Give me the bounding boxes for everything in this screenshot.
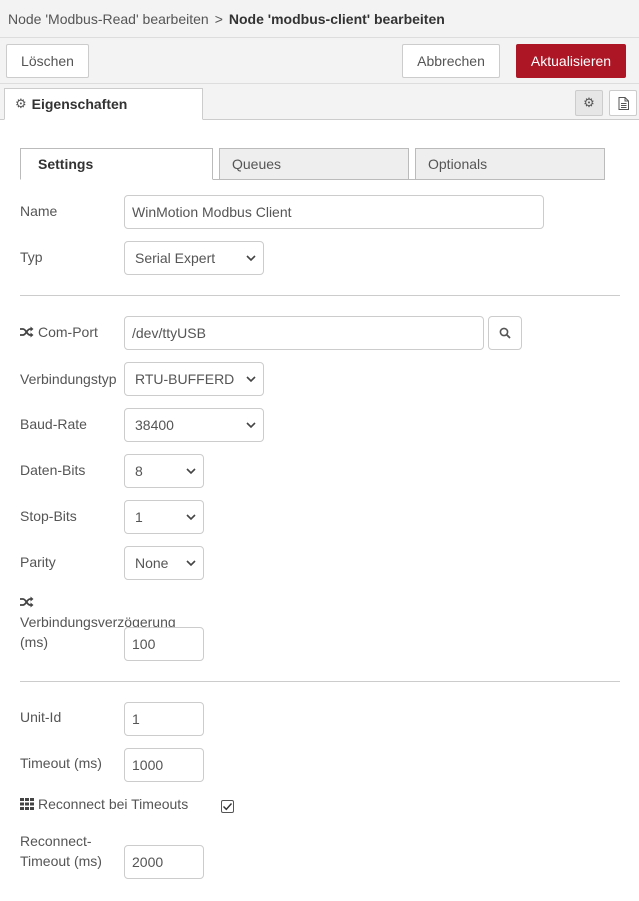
properties-settings-button[interactable]: ⚙	[575, 90, 603, 116]
gear-icon: ⚙	[583, 95, 595, 110]
comport-label: Com-Port	[38, 324, 98, 340]
databits-select-value: 8	[135, 463, 143, 479]
conntype-label: Verbindungstyp	[20, 371, 117, 387]
stopbits-label: Stop-Bits	[20, 508, 77, 524]
document-icon	[618, 96, 629, 110]
timeout-label: Timeout (ms)	[20, 755, 102, 771]
tab-properties-label: Eigenschaften	[31, 96, 128, 112]
grid-icon	[20, 798, 34, 810]
chevron-down-icon	[186, 468, 196, 475]
conntype-select[interactable]: RTU-BUFFERD	[124, 362, 264, 396]
name-field[interactable]: WinMotion Modbus Client	[124, 195, 544, 229]
shuffle-icon	[20, 596, 34, 608]
action-bar: Löschen Abbrechen Aktualisieren	[0, 38, 639, 84]
tab-optionals[interactable]: Optionals	[415, 148, 605, 180]
chevron-down-icon	[246, 376, 256, 383]
tab-settings[interactable]: Settings	[20, 148, 213, 180]
breadcrumb-current: Node 'modbus-client' bearbeiten	[228, 10, 445, 27]
databits-select[interactable]: 8	[124, 454, 204, 488]
cancel-button[interactable]: Abbrechen	[402, 44, 500, 78]
breadcrumb-separator: >	[214, 10, 223, 27]
chevron-down-icon	[186, 514, 196, 521]
delay-field[interactable]: 100	[124, 627, 204, 661]
type-label: Typ	[20, 249, 43, 265]
parity-select[interactable]: None	[124, 546, 204, 580]
reconnect-timeout-field[interactable]: 2000	[124, 845, 204, 879]
parity-label: Parity	[20, 554, 56, 570]
checkmark-icon	[223, 803, 233, 811]
conntype-select-value: RTU-BUFFERD	[135, 371, 235, 387]
baud-select-value: 38400	[135, 417, 174, 433]
tab-strip: ⚙ Eigenschaften ⚙	[0, 84, 639, 120]
delete-button[interactable]: Löschen	[6, 44, 89, 78]
divider	[20, 681, 620, 682]
baud-select[interactable]: 38400	[124, 408, 264, 442]
chevron-down-icon	[246, 422, 256, 429]
stopbits-select-value: 1	[135, 509, 143, 525]
parity-select-value: None	[135, 555, 169, 571]
description-button[interactable]	[609, 90, 637, 116]
baud-label: Baud-Rate	[20, 416, 87, 432]
comport-search-button[interactable]	[488, 316, 522, 350]
chevron-down-icon	[186, 560, 196, 567]
chevron-down-icon	[246, 255, 256, 262]
reconnect-checkbox[interactable]	[221, 800, 234, 813]
delay-label-unit: (ms)	[20, 634, 48, 650]
update-button[interactable]: Aktualisieren	[516, 44, 626, 78]
tab-queues[interactable]: Queues	[219, 148, 409, 180]
name-label: Name	[20, 203, 58, 219]
reconnect-label: Reconnect bei Timeouts	[38, 796, 189, 812]
reconnect-label-group: Reconnect bei Timeouts	[20, 794, 188, 814]
divider	[20, 295, 620, 296]
breadcrumb-parent[interactable]: Node 'Modbus-Read' bearbeiten	[8, 11, 209, 27]
gear-icon: ⚙	[15, 96, 27, 111]
databits-label: Daten-Bits	[20, 462, 86, 478]
sub-tabs: Settings Queues Optionals	[20, 148, 605, 180]
unitid-label: Unit-Id	[20, 709, 62, 725]
reconnect-timeout-label: Reconnect-	[20, 833, 92, 849]
shuffle-icon	[20, 326, 34, 338]
comport-label-group: Com-Port	[20, 322, 98, 342]
reconnect-timeout-label-unit: Timeout (ms)	[20, 853, 102, 869]
tab-properties[interactable]: ⚙ Eigenschaften	[4, 88, 203, 120]
timeout-field[interactable]: 1000	[124, 748, 204, 782]
unitid-field[interactable]: 1	[124, 702, 204, 736]
type-select-value: Serial Expert	[135, 250, 216, 266]
comport-field[interactable]: /dev/ttyUSB	[124, 316, 484, 350]
stopbits-select[interactable]: 1	[124, 500, 204, 534]
breadcrumb: Node 'Modbus-Read' bearbeiten > Node 'mo…	[0, 0, 639, 38]
type-select[interactable]: Serial Expert	[124, 241, 264, 275]
search-icon	[499, 327, 511, 339]
